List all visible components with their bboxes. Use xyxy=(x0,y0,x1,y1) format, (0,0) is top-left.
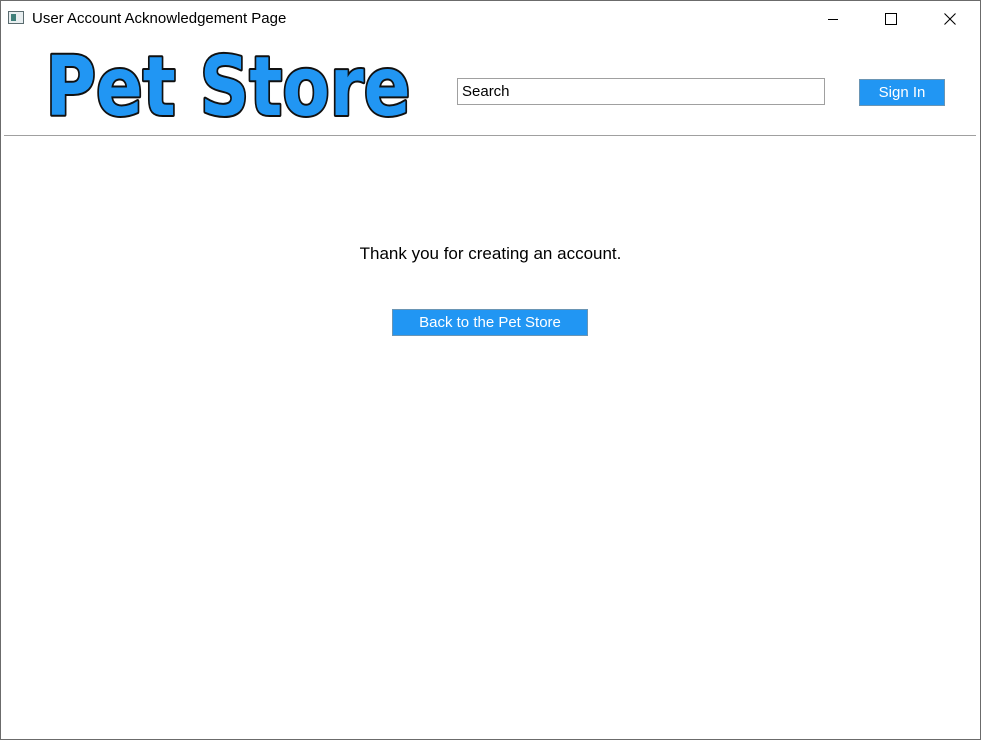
window-title: User Account Acknowledgement Page xyxy=(32,10,287,27)
header-divider xyxy=(4,135,976,136)
close-icon xyxy=(944,13,956,25)
app-window: User Account Acknowledgement Page Pet St… xyxy=(0,0,981,740)
close-button[interactable] xyxy=(927,1,973,37)
maximize-icon xyxy=(885,13,897,25)
app-window-icon xyxy=(8,11,24,24)
maximize-button[interactable] xyxy=(868,1,914,37)
title-bar[interactable]: User Account Acknowledgement Page xyxy=(1,1,980,37)
logo-text: Pet Store xyxy=(46,45,411,127)
minimize-icon xyxy=(828,19,838,20)
sign-in-button[interactable]: Sign In xyxy=(859,79,945,106)
confirmation-message: Thank you for creating an account. xyxy=(359,244,622,263)
pet-store-logo: Pet Store xyxy=(44,45,413,127)
back-to-store-button[interactable]: Back to the Pet Store xyxy=(392,309,588,336)
sign-in-label: Sign In xyxy=(878,84,926,101)
minimize-button[interactable] xyxy=(810,1,856,37)
back-to-store-label: Back to the Pet Store xyxy=(419,314,561,331)
search-input[interactable] xyxy=(457,78,825,105)
